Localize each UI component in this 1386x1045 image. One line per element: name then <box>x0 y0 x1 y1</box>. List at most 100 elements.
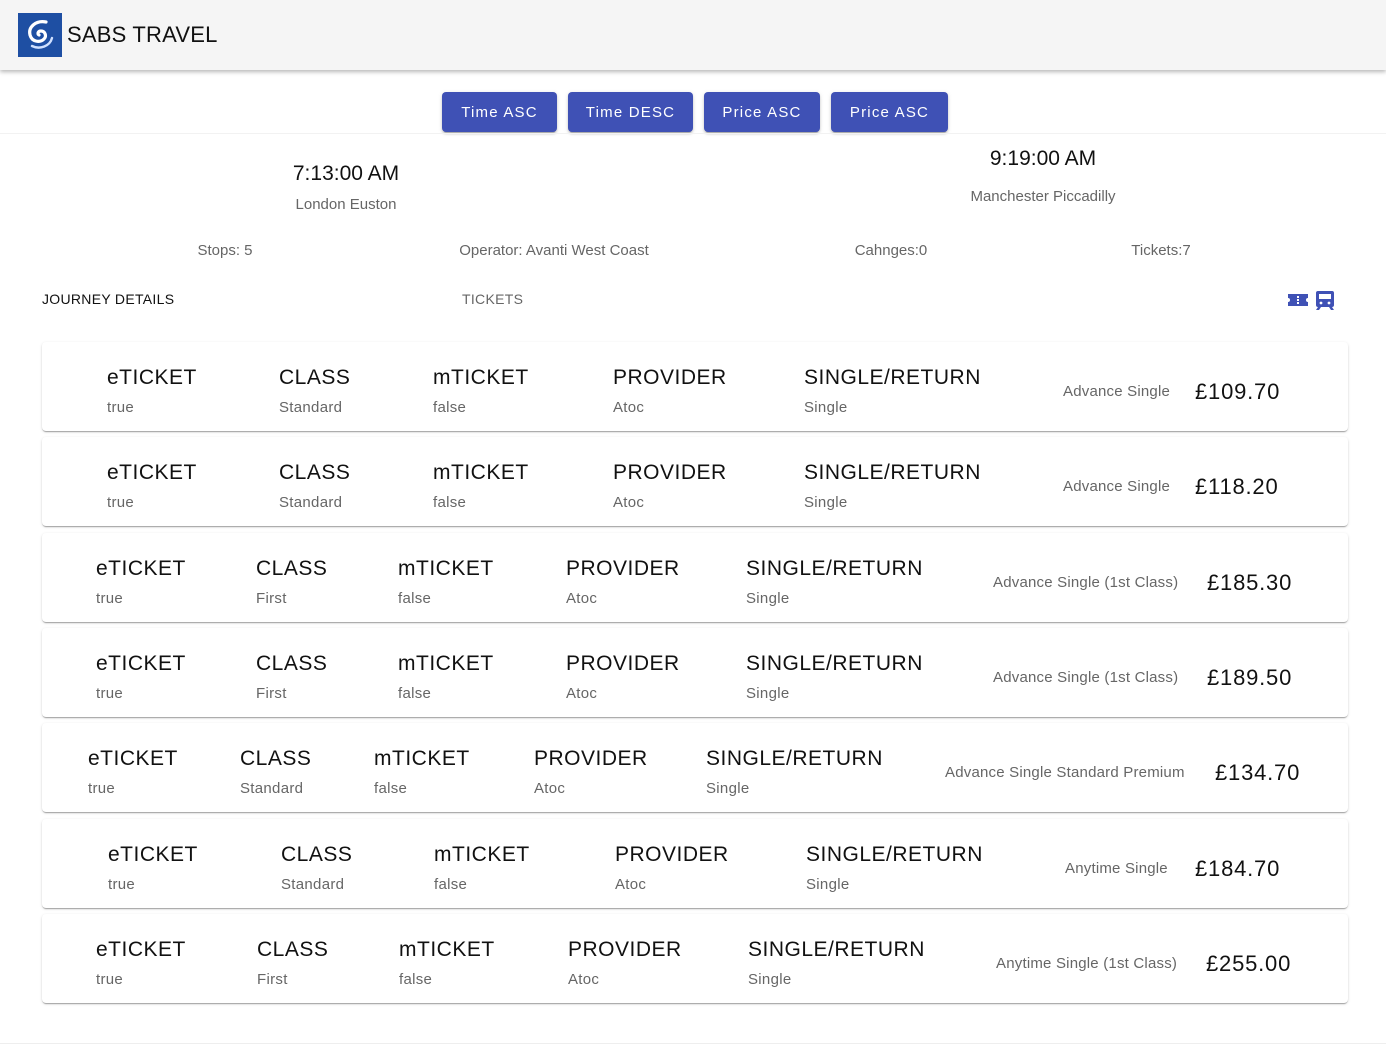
eticket-value: true <box>96 971 124 988</box>
single-return-column: SINGLE/RETURN Single <box>804 366 981 416</box>
single-return-header: SINGLE/RETURN <box>806 843 983 866</box>
single-return-column: SINGLE/RETURN Single <box>806 843 983 893</box>
single-return-column: SINGLE/RETURN Single <box>746 652 923 702</box>
mticket-column: mTICKET false <box>433 366 529 416</box>
single-return-header: SINGLE/RETURN <box>746 557 923 580</box>
provider-column: PROVIDER Atoc <box>615 843 729 893</box>
mticket-value: false <box>399 971 433 988</box>
provider-value: Atoc <box>566 685 598 702</box>
train-icon[interactable] <box>1313 288 1337 312</box>
arrival-time: 9:19:00 AM <box>989 147 1097 170</box>
ticket-card[interactable]: eTICKET true CLASS Standard mTICKET false PROV… <box>42 437 1348 526</box>
ticket-icon[interactable] <box>1286 288 1310 312</box>
app-bar: SABS TRAVEL <box>0 0 1386 70</box>
class-column: CLASS Standard <box>240 747 311 797</box>
fare-name: Advance Single Standard Premium <box>945 764 1185 781</box>
mticket-value: false <box>434 876 468 893</box>
class-value: Standard <box>240 780 304 797</box>
departure-station: London Euston <box>295 196 397 213</box>
eticket-column: eTICKET true <box>88 747 178 797</box>
provider-column: PROVIDER Atoc <box>566 557 680 607</box>
eticket-value: true <box>96 590 124 607</box>
provider-header: PROVIDER <box>568 938 682 961</box>
eticket-header: eTICKET <box>108 843 198 866</box>
sort-time-desc-button[interactable]: Time DESC <box>568 92 693 132</box>
provider-header: PROVIDER <box>615 843 729 866</box>
provider-value: Atoc <box>615 876 647 893</box>
ticket-card[interactable]: eTICKET true CLASS First mTICKET false PROVIDE… <box>42 533 1348 622</box>
eticket-header: eTICKET <box>88 747 178 770</box>
ticket-card[interactable]: eTICKET true CLASS Standard mTICKET false PROV… <box>42 819 1348 908</box>
single-return-value: Single <box>706 780 750 797</box>
mticket-value: false <box>433 494 467 511</box>
brand-logo-icon[interactable] <box>18 13 62 57</box>
mticket-value: false <box>433 399 467 416</box>
fare-name: Anytime Single <box>1065 860 1168 877</box>
ticket-price: £255.00 <box>1206 951 1292 976</box>
provider-value: Atoc <box>613 494 645 511</box>
changes-count: Cahnges:0 <box>854 242 928 259</box>
mticket-column: mTICKET false <box>398 557 494 607</box>
class-header: CLASS <box>279 461 351 484</box>
single-return-header: SINGLE/RETURN <box>748 938 925 961</box>
ticket-card[interactable]: eTICKET true CLASS First mTICKET false PROVIDE… <box>42 914 1348 1003</box>
provider-column: PROVIDER Atoc <box>613 366 727 416</box>
tickets-count: Tickets:7 <box>1131 242 1191 259</box>
mticket-header: mTICKET <box>434 843 530 866</box>
sort-toolbar: Time ASC Time DESC Price ASC Price ASC <box>0 92 1386 132</box>
stops-count: Stops: 5 <box>197 242 253 259</box>
brand-name[interactable]: SABS TRAVEL <box>67 22 218 48</box>
eticket-column: eTICKET true <box>96 652 186 702</box>
single-return-column: SINGLE/RETURN Single <box>748 938 925 988</box>
class-header: CLASS <box>279 366 351 389</box>
class-value: Standard <box>279 399 343 416</box>
sort-price-asc-2-button[interactable]: Price ASC <box>831 92 948 132</box>
provider-header: PROVIDER <box>613 461 727 484</box>
tab-journey-details[interactable]: JOURNEY DETAILS <box>42 291 174 307</box>
mticket-header: mTICKET <box>398 557 494 580</box>
fare-name: Advance Single (1st Class) <box>993 669 1179 686</box>
eticket-header: eTICKET <box>96 557 186 580</box>
tab-tickets[interactable]: TICKETS <box>462 291 523 307</box>
eticket-column: eTICKET true <box>96 938 186 988</box>
class-value: First <box>257 971 288 988</box>
eticket-header: eTICKET <box>96 652 186 675</box>
class-value: Standard <box>279 494 343 511</box>
class-value: Standard <box>281 876 345 893</box>
ticket-card[interactable]: eTICKET true CLASS Standard mTICKET false PROV… <box>42 723 1348 812</box>
eticket-header: eTICKET <box>107 366 197 389</box>
single-return-column: SINGLE/RETURN Single <box>706 747 883 797</box>
mticket-value: false <box>398 590 432 607</box>
ticket-price: £185.30 <box>1207 570 1293 595</box>
tab-icons <box>1286 288 1338 312</box>
provider-column: PROVIDER Atoc <box>613 461 727 511</box>
class-column: CLASS First <box>256 652 327 702</box>
mticket-header: mTICKET <box>398 652 494 675</box>
provider-header: PROVIDER <box>566 652 680 675</box>
provider-header: PROVIDER <box>613 366 727 389</box>
eticket-value: true <box>108 876 136 893</box>
class-column: CLASS First <box>257 938 328 988</box>
class-column: CLASS Standard <box>281 843 352 893</box>
ticket-card[interactable]: eTICKET true CLASS Standard mTICKET false PROV… <box>42 342 1348 431</box>
arrival-station: Manchester Piccadilly <box>970 188 1116 205</box>
ticket-card[interactable]: eTICKET true CLASS First mTICKET false PROVIDE… <box>42 628 1348 717</box>
class-column: CLASS Standard <box>279 366 350 416</box>
mticket-header: mTICKET <box>433 461 529 484</box>
mticket-value: false <box>398 685 432 702</box>
single-return-value: Single <box>804 399 848 416</box>
fare-name: Advance Single <box>1063 478 1171 495</box>
fare-name: Anytime Single (1st Class) <box>996 955 1178 972</box>
ticket-price: £189.50 <box>1207 665 1293 690</box>
eticket-value: true <box>107 494 135 511</box>
provider-header: PROVIDER <box>566 557 680 580</box>
sort-price-asc-button[interactable]: Price ASC <box>704 92 820 132</box>
sort-time-asc-button[interactable]: Time ASC <box>442 92 557 132</box>
eticket-column: eTICKET true <box>96 557 186 607</box>
class-column: CLASS First <box>256 557 327 607</box>
class-header: CLASS <box>240 747 312 770</box>
operator-name: Operator: Avanti West Coast <box>459 242 649 259</box>
mticket-value: false <box>374 780 408 797</box>
ticket-price: £134.70 <box>1215 760 1301 785</box>
provider-value: Atoc <box>568 971 600 988</box>
